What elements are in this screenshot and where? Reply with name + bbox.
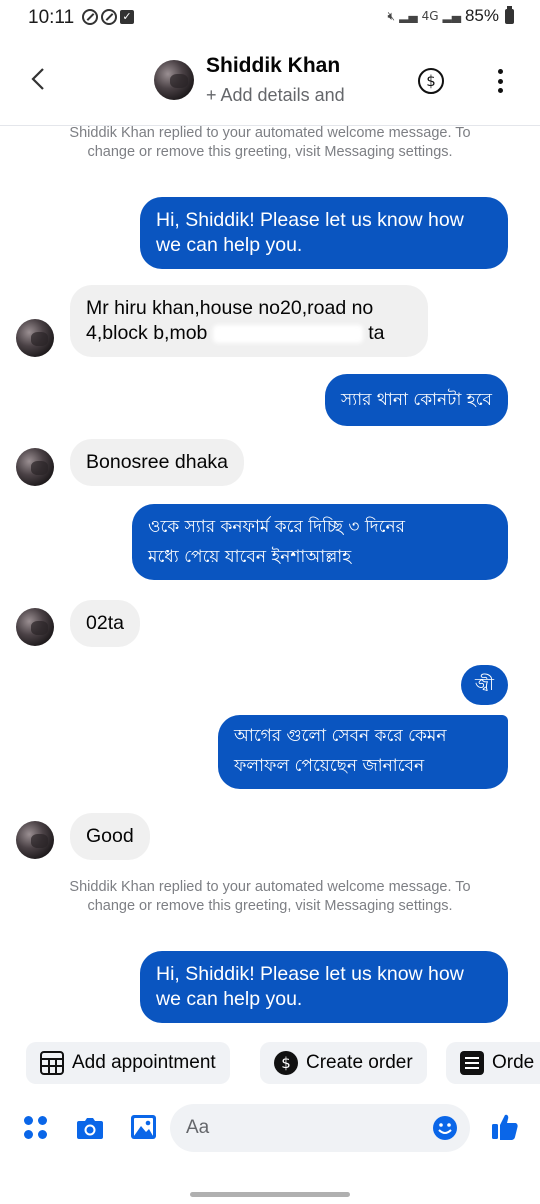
calendar-icon — [40, 1051, 64, 1075]
checkbox-icon: ✓ — [120, 10, 134, 24]
outgoing-message[interactable]: জ্বী — [461, 665, 508, 705]
add-details-link[interactable]: + Add details and — [206, 85, 345, 106]
sender-avatar[interactable] — [16, 608, 54, 646]
chip-label: Orde — [492, 1052, 535, 1073]
back-button[interactable] — [26, 64, 50, 94]
message-text: 4,block b,mob — [86, 322, 208, 344]
camera-icon[interactable] — [76, 1116, 104, 1140]
system-note: Shiddik Khan replied to your automated w… — [69, 125, 471, 160]
message-text: জ্বী — [475, 675, 494, 695]
outgoing-message[interactable]: ওকে স্যার কনফার্ম করে দিচ্ছি ৩ দিনের মধ্… — [132, 504, 508, 580]
back-arrow-icon — [31, 68, 44, 90]
status-right: 🔇︎ ▂▄ 4G ▂▄ 85% — [387, 5, 514, 26]
mute-icon: 🔇︎ — [387, 8, 396, 23]
incoming-message[interactable]: Bonosree dhaka — [70, 439, 245, 486]
create-order-button[interactable]: $ Create order — [260, 1042, 427, 1084]
contact-avatar[interactable] — [154, 60, 194, 100]
status-bar: 10:11 ✓ 🔇︎ ▂▄ 4G ▂▄ 85% — [0, 0, 540, 36]
message-text: স্যার থানা কোনটা হবে — [341, 390, 492, 410]
home-indicator[interactable] — [190, 1192, 350, 1197]
battery-percent: 85% — [464, 6, 499, 25]
more-icon[interactable] — [494, 66, 506, 96]
network-type: 4G — [421, 9, 439, 23]
quick-actions-bar: Add appointment $ Create order Orde — [0, 1042, 540, 1086]
emoji-icon[interactable] — [432, 1115, 458, 1141]
list-icon — [460, 1051, 484, 1075]
chip-label: Create order — [306, 1052, 413, 1073]
incoming-message[interactable]: Mr hiru khan,house no20,road no 4,block … — [70, 285, 428, 357]
conversation-header: Shiddik Khan + Add details and $ — [0, 36, 540, 126]
status-left-icons: ✓ — [82, 9, 134, 25]
message-text-line: 4,block b,mob ta — [86, 321, 412, 346]
orders-button[interactable]: Orde — [446, 1042, 540, 1084]
outgoing-message[interactable]: Hi, Shiddik! Please let us know how we c… — [140, 951, 508, 1023]
incoming-message[interactable]: 02ta — [70, 600, 140, 647]
message-text: ta — [368, 322, 385, 344]
dollar-icon: $ — [274, 1051, 298, 1075]
sender-avatar[interactable] — [16, 821, 54, 859]
message-text: আগের গুলো সেবন করে কেমন — [234, 726, 447, 746]
apps-icon[interactable] — [24, 1116, 48, 1140]
message-text: Mr hiru khan,house no20,road no — [86, 297, 374, 319]
contact-name[interactable]: Shiddik Khan — [206, 54, 340, 78]
battery-icon — [505, 5, 514, 24]
signal-icon: ▂▄ — [399, 9, 418, 23]
blocked-icon — [101, 9, 117, 25]
image-icon[interactable] — [130, 1114, 157, 1140]
redacted-region — [212, 324, 363, 343]
message-text: ফলাফল পেয়েছেন জানাবেন — [234, 756, 425, 776]
outgoing-message[interactable]: স্যার থানা কোনটা হবে — [325, 374, 508, 426]
add-appointment-button[interactable]: Add appointment — [26, 1042, 230, 1084]
message-text: ওকে স্যার কনফার্ম করে দিচ্ছি ৩ দিনের — [148, 517, 405, 537]
message-list[interactable]: Shiddik Khan replied to your automated w… — [0, 122, 540, 1037]
message-composer — [0, 1100, 540, 1160]
like-icon[interactable] — [490, 1112, 520, 1142]
outgoing-message[interactable]: Hi, Shiddik! Please let us know how we c… — [140, 197, 508, 269]
status-time: 10:11 — [28, 7, 75, 28]
dollar-icon[interactable]: $ — [418, 68, 444, 94]
message-text: মধ্যে পেয়ে যাবেন ইনশাআল্লাহ — [148, 547, 352, 567]
blocked-icon — [82, 9, 98, 25]
sender-avatar[interactable] — [16, 319, 54, 357]
chip-label: Add appointment — [72, 1052, 216, 1073]
system-note: Shiddik Khan replied to your automated w… — [69, 879, 471, 914]
message-input[interactable] — [170, 1104, 470, 1152]
sender-avatar[interactable] — [16, 448, 54, 486]
outgoing-message[interactable]: আগের গুলো সেবন করে কেমন ফলাফল পেয়েছেন জ… — [218, 715, 508, 789]
signal-icon: ▂▄ — [442, 9, 461, 23]
incoming-message[interactable]: Good — [70, 813, 150, 860]
